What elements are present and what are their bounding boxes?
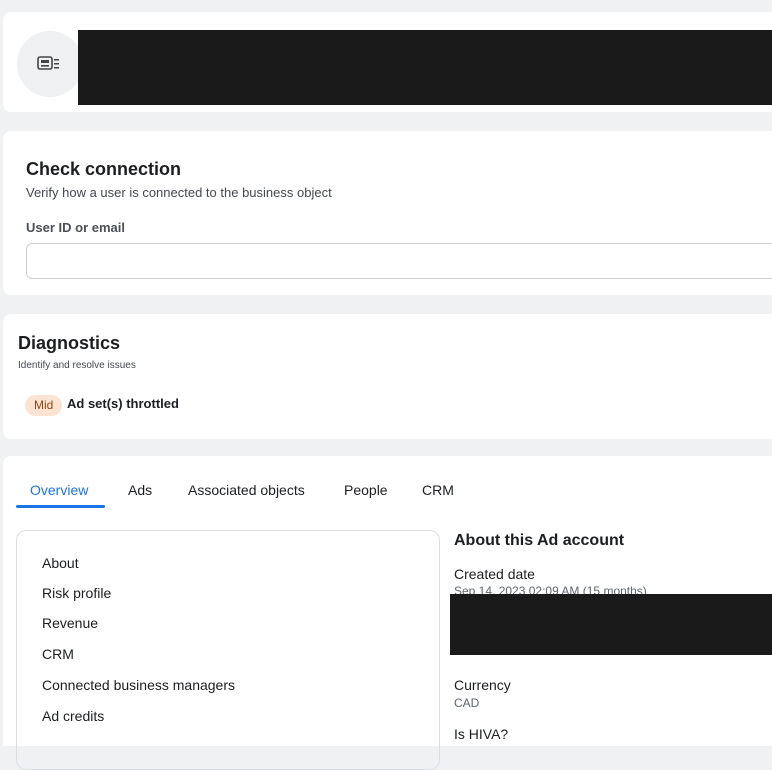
currency-label: Currency [454, 677, 511, 693]
tab-associated-objects[interactable]: Associated objects [188, 482, 305, 498]
severity-badge: Mid [25, 395, 63, 416]
diagnostics-card: Diagnostics Identify and resolve issues … [3, 314, 772, 439]
nav-item-revenue[interactable]: Revenue [42, 615, 98, 631]
diagnostics-title: Diagnostics [18, 333, 121, 353]
tab-crm[interactable]: CRM [422, 482, 454, 498]
active-tab-indicator [16, 505, 105, 508]
business-card-icon [37, 56, 59, 70]
tab-ads[interactable]: Ads [128, 482, 152, 498]
tab-overview[interactable]: Overview [30, 482, 88, 498]
diagnostics-subtitle: Identify and resolve issues [18, 360, 136, 371]
tab-people[interactable]: People [344, 482, 388, 498]
currency-value: CAD [454, 696, 480, 710]
nav-item-ad-credits[interactable]: Ad credits [42, 708, 104, 724]
nav-item-crm[interactable]: CRM [42, 646, 74, 662]
diagnostic-issue[interactable]: Ad set(s) throttled [67, 396, 179, 411]
avatar [17, 31, 83, 97]
nav-item-risk-profile[interactable]: Risk profile [42, 585, 111, 601]
overview-card: Overview Ads Associated objects People C… [3, 456, 772, 770]
created-date-label: Created date [454, 566, 535, 582]
user-id-label: User ID or email [26, 220, 125, 235]
overview-section-nav: About Risk profile Revenue CRM Connected… [16, 530, 440, 770]
user-id-input[interactable] [26, 243, 772, 279]
nav-item-about[interactable]: About [42, 555, 79, 571]
redacted-header-info [78, 30, 772, 105]
redacted-about-info [450, 594, 772, 655]
check-connection-subtitle: Verify how a user is connected to the bu… [26, 185, 332, 200]
check-connection-card: Check connection Verify how a user is co… [3, 131, 772, 295]
about-section-title: About this Ad account [454, 532, 625, 549]
is-hiva-label: Is HIVA? [454, 726, 509, 742]
check-connection-title: Check connection [26, 159, 182, 179]
nav-item-connected-business-managers[interactable]: Connected business managers [42, 677, 235, 693]
header-card [3, 12, 772, 112]
